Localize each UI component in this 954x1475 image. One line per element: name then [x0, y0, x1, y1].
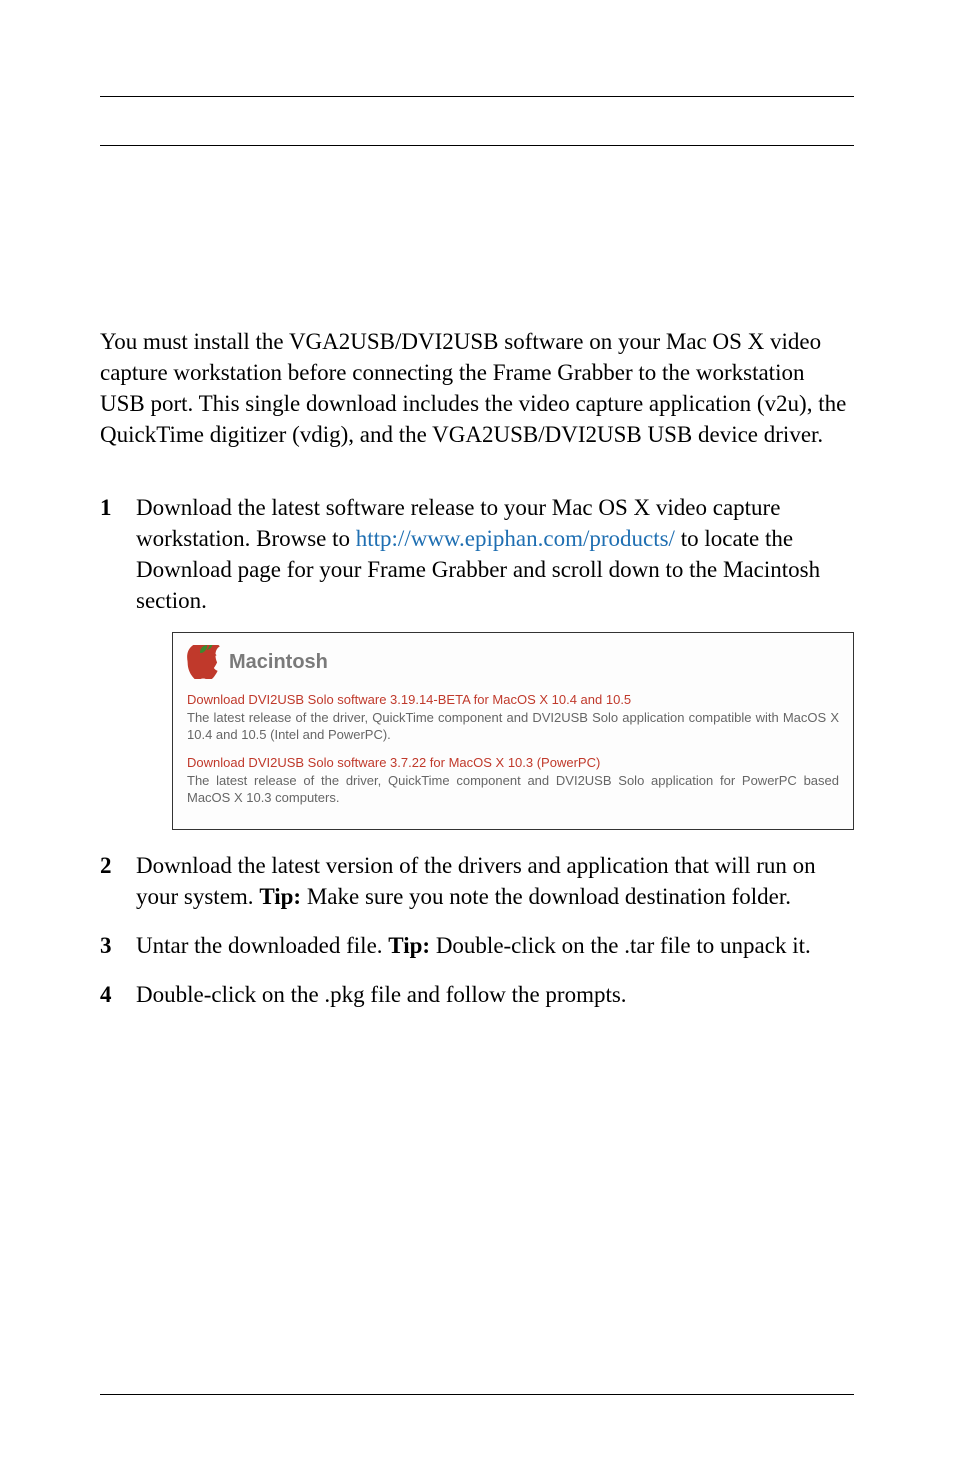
step-2-tip-label: Tip:: [259, 884, 301, 909]
step-3-text-a: Untar the downloaded file.: [136, 933, 388, 958]
top-divider-2: [100, 145, 854, 146]
step-1: Download the latest software release to …: [100, 492, 854, 829]
step-3-tip-text: Double-click on the .tar file to unpack …: [430, 933, 811, 958]
apple-icon: [187, 645, 221, 679]
bottom-divider: [100, 1394, 854, 1395]
document-page: You must install the VGA2USB/DVI2USB sof…: [0, 0, 954, 1475]
mac-download-link-2[interactable]: Download DVI2USB Solo software 3.7.22 fo…: [187, 755, 600, 770]
step-3-tip-label: Tip:: [388, 933, 430, 958]
macintosh-download-box: Macintosh Download DVI2USB Solo software…: [172, 632, 854, 829]
epiphan-products-link[interactable]: http://www.epiphan.com/products/: [356, 526, 675, 551]
steps-list: Download the latest software release to …: [100, 492, 854, 1010]
mac-download-desc-1: The latest release of the driver, QuickT…: [187, 709, 839, 744]
mac-download-desc-2: The latest release of the driver, QuickT…: [187, 772, 839, 807]
mac-download-block-2: Download DVI2USB Solo software 3.7.22 fo…: [187, 754, 839, 807]
mac-download-link-1[interactable]: Download DVI2USB Solo software 3.19.14-B…: [187, 692, 631, 707]
step-3: Untar the downloaded file. Tip: Double-c…: [100, 930, 854, 961]
macintosh-header: Macintosh: [187, 645, 839, 679]
intro-paragraph: You must install the VGA2USB/DVI2USB sof…: [100, 326, 854, 450]
top-divider-1: [100, 96, 854, 97]
step-4: Double-click on the .pkg file and follow…: [100, 979, 854, 1010]
macintosh-title: Macintosh: [229, 649, 328, 676]
step-4-text: Double-click on the .pkg file and follow…: [136, 982, 627, 1007]
step-2: Download the latest version of the drive…: [100, 850, 854, 912]
mac-download-block-1: Download DVI2USB Solo software 3.19.14-B…: [187, 691, 839, 744]
step-2-tip-text: Make sure you note the download destinat…: [301, 884, 791, 909]
